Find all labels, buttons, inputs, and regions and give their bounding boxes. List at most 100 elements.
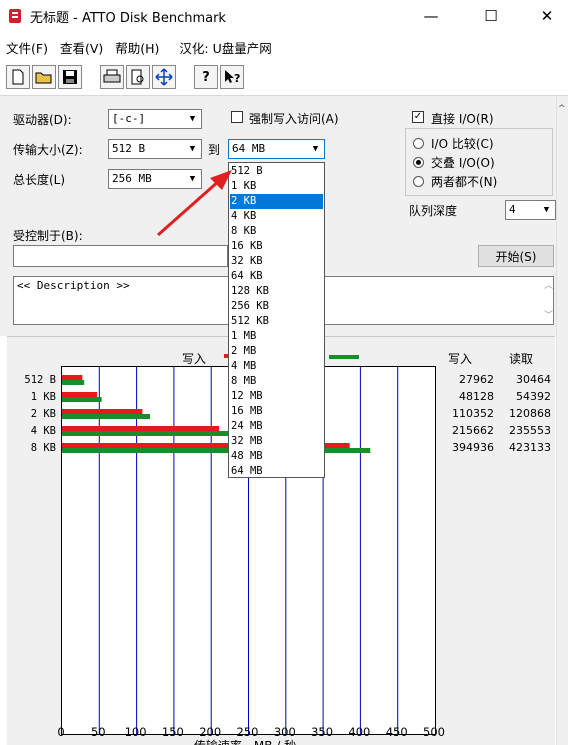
x-tick-label: 150 — [162, 725, 184, 739]
dropdown-option[interactable]: 64 MB — [230, 464, 323, 479]
title-bar: 无标题 - ATTO Disk Benchmark — ☐ ✕ — [0, 0, 568, 32]
dropdown-option[interactable]: 48 MB — [230, 449, 323, 464]
dropdown-option[interactable]: 512 KB — [230, 314, 323, 329]
window-title: 无标题 - ATTO Disk Benchmark — [30, 11, 226, 26]
dropdown-option[interactable]: 12 MB — [230, 389, 323, 404]
force-write-label: 强制写入访问(A) — [249, 112, 339, 126]
scroll-up-icon[interactable]: ^ — [558, 104, 566, 114]
dropdown-option[interactable]: 1 MB — [230, 329, 323, 344]
menu-help[interactable]: 帮助(H) — [109, 35, 165, 57]
transfer-from-select[interactable]: 512 B ▼ — [108, 139, 202, 159]
category-label: 1 KB — [31, 391, 56, 403]
controlled-by-input[interactable] — [13, 245, 228, 267]
dropdown-option[interactable]: 4 MB — [230, 359, 323, 374]
io-compare-radio[interactable] — [413, 138, 424, 149]
io-compare-label: I/O 比较(C) — [431, 137, 494, 151]
menu-file[interactable]: 文件(F) — [0, 35, 54, 57]
value-write: 110352 — [452, 407, 494, 420]
x-tick-label: 250 — [237, 725, 259, 739]
vertical-scrollbar[interactable]: ^ — [556, 96, 568, 745]
value-read: 120868 — [509, 407, 551, 420]
x-tick-label: 50 — [91, 725, 106, 739]
transfer-size-label: 传输大小(Z): — [13, 143, 83, 157]
minimize-button[interactable]: — — [408, 0, 454, 32]
overlapped-io-label: 交叠 I/O(O) — [431, 156, 495, 170]
app-icon — [9, 9, 21, 23]
queue-depth-value: 4 — [509, 203, 516, 216]
x-tick-label: 200 — [199, 725, 221, 739]
x-tick-label: 300 — [274, 725, 296, 739]
dropdown-option[interactable]: 2 KB — [230, 194, 323, 209]
category-label: 512 B — [24, 374, 56, 386]
x-tick-label: 0 — [57, 725, 64, 739]
dropdown-option[interactable]: 2 MB — [230, 344, 323, 359]
chevron-down-icon: ﹀ — [544, 311, 554, 321]
dropdown-option[interactable]: 1 KB — [230, 179, 323, 194]
col-write-header: 写入 — [448, 352, 473, 366]
category-label: 2 KB — [31, 408, 56, 420]
total-length-value: 256 MB — [112, 172, 152, 185]
pointer-arrow — [157, 170, 232, 237]
direct-io-label: 直接 I/O(R) — [431, 112, 494, 126]
dropdown-option[interactable]: 8 KB — [230, 224, 323, 239]
overlapped-io-radio[interactable] — [413, 157, 424, 168]
queue-depth-select[interactable]: 4 ▼ — [505, 200, 556, 220]
start-button[interactable]: 开始(S) — [478, 245, 554, 267]
x-tick-label: 500 — [423, 725, 445, 739]
legend-read-swatch — [329, 355, 359, 359]
menu-localization[interactable]: 汉化: U盘量产网 — [173, 35, 277, 57]
maximize-button[interactable]: ☐ — [468, 0, 514, 32]
dropdown-option[interactable]: 4 KB — [230, 209, 323, 224]
x-axis-label: 传输速率 - MB / 秒 — [194, 738, 296, 745]
neither-radio[interactable] — [413, 176, 424, 187]
value-write: 215662 — [452, 424, 494, 437]
move-icon[interactable] — [152, 65, 176, 89]
help-icon[interactable]: ? — [194, 65, 218, 89]
drive-value: [-c-] — [112, 112, 146, 125]
x-tick-label: 450 — [386, 725, 408, 739]
dropdown-option[interactable]: 16 KB — [230, 239, 323, 254]
dropdown-option[interactable]: 32 MB — [230, 434, 323, 449]
dropdown-option[interactable]: 16 MB — [230, 404, 323, 419]
transfer-to-value: 64 MB — [232, 142, 266, 155]
chevron-down-icon: ▼ — [543, 205, 550, 215]
force-write-checkbox[interactable] — [231, 111, 243, 123]
category-label: 4 KB — [31, 425, 56, 437]
dropdown-option[interactable]: 24 MB — [230, 419, 323, 434]
transfer-to-select[interactable]: 64 MB ▼ — [228, 139, 325, 159]
dropdown-option[interactable]: 64 KB — [230, 269, 323, 284]
dropdown-option[interactable]: 32 KB — [230, 254, 323, 269]
dropdown-option[interactable]: 256 KB — [230, 299, 323, 314]
open-folder-icon[interactable] — [32, 65, 56, 89]
value-read: 235553 — [509, 424, 551, 437]
dropdown-option[interactable]: 512 B — [230, 164, 323, 179]
value-write: 394936 — [452, 441, 494, 454]
dropdown-option[interactable]: 128 KB — [230, 284, 323, 299]
new-file-icon[interactable] — [6, 65, 30, 89]
to-label: 到 — [208, 143, 221, 157]
neither-label: 两者都不(N) — [431, 175, 498, 189]
close-button[interactable]: ✕ — [524, 0, 568, 32]
chevron-down-icon: ▼ — [312, 144, 319, 154]
col-read-header: 读取 — [509, 352, 534, 366]
drive-select[interactable]: [-c-] ▼ — [108, 109, 202, 129]
chevron-up-icon: ︿ — [544, 281, 554, 291]
value-write: 27962 — [459, 373, 494, 386]
transfer-from-value: 512 B — [112, 142, 146, 155]
menu-view[interactable]: 查看(V) — [54, 35, 109, 57]
svg-text:?: ? — [234, 72, 240, 85]
dropdown-option[interactable]: 8 MB — [230, 374, 323, 389]
controlled-by-label: 受控制于(B): — [13, 229, 83, 243]
print-icon[interactable] — [100, 65, 124, 89]
x-tick-label: 100 — [125, 725, 147, 739]
save-icon[interactable] — [58, 65, 82, 89]
menu-bar: 文件(F) 查看(V) 帮助(H) 汉化: U盘量产网 — [0, 35, 568, 57]
context-help-icon[interactable]: ? — [220, 65, 244, 89]
chevron-down-icon: ▼ — [189, 114, 196, 124]
value-read: 54392 — [516, 390, 551, 403]
x-tick-label: 350 — [311, 725, 333, 739]
total-length-label: 总长度(L) — [13, 173, 66, 187]
direct-io-checkbox[interactable]: ✓ — [412, 111, 424, 123]
value-write: 48128 — [459, 390, 494, 403]
print-preview-icon[interactable] — [126, 65, 150, 89]
